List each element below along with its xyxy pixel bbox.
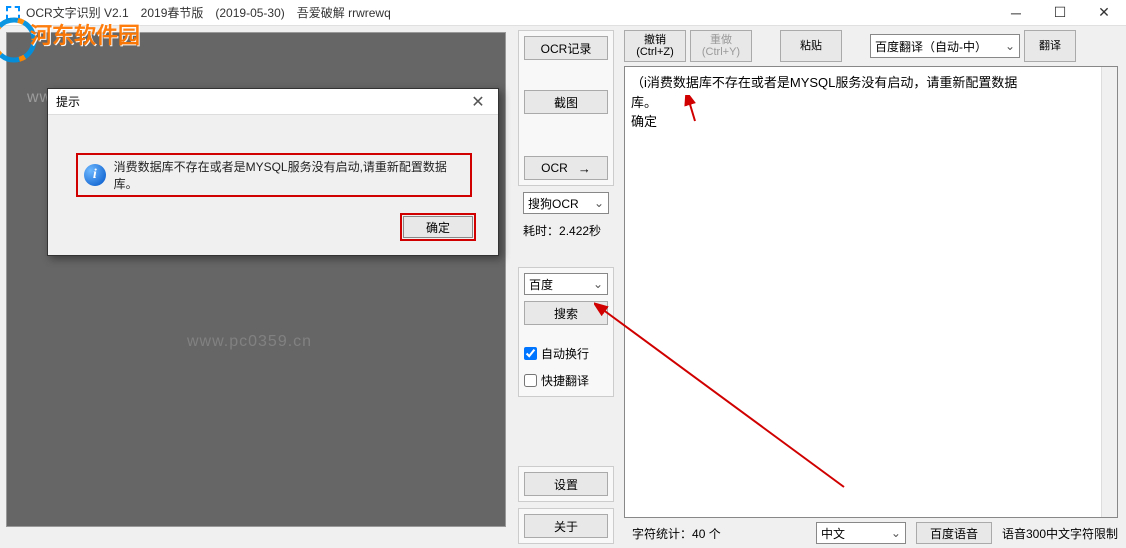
scrollbar[interactable]	[1101, 67, 1117, 517]
title-text: OCR文字识别 V2.1 2019春节版 (2019-05-30) 吾爱破解 r…	[26, 4, 994, 21]
ocr-engine-select[interactable]: 搜狗OCR	[523, 192, 609, 214]
char-count: 字符统计：40 个	[632, 525, 721, 542]
dialog-titlebar[interactable]: 提示 ✕	[48, 89, 498, 115]
voice-limit-label: 语音300中文字符限制	[1002, 525, 1118, 542]
close-button[interactable]: ✕	[1082, 0, 1126, 25]
undo-button[interactable]: 撤销(Ctrl+Z)	[624, 30, 686, 62]
translate-button[interactable]: 翻译	[1024, 30, 1076, 62]
auto-wrap-checkbox[interactable]: 自动换行	[524, 343, 608, 364]
image-preview[interactable]: www.pc0359.cn www.pc0359.cn 提示 ✕ i 消费数据库…	[6, 32, 506, 527]
dialog-message-row: i 消费数据库不存在或者是MYSQL服务没有启动,请重新配置数据库。	[76, 153, 472, 197]
watermark-url-2: www.pc0359.cn	[187, 333, 312, 351]
about-button[interactable]: 关于	[524, 514, 608, 538]
dialog-close-button[interactable]: ✕	[458, 92, 498, 112]
voice-button[interactable]: 百度语音	[916, 522, 992, 544]
output-panel: 撤销(Ctrl+Z) 重做(Ctrl+Y) 粘贴 百度翻译（自动-中） 翻译 （…	[620, 26, 1126, 548]
status-bar: 字符统计：40 个 中文 百度语音 语音300中文字符限制	[624, 518, 1118, 544]
watermark-logo: 河东软件园	[0, 16, 38, 67]
output-line: 确定	[631, 112, 1111, 132]
dialog-title-text: 提示	[56, 93, 80, 110]
output-line: （i消费数据库不存在或者是MYSQL服务没有启动，请重新配置数据	[631, 73, 1111, 93]
screenshot-button[interactable]: 截图	[524, 90, 608, 114]
watermark-brand: 河东软件园	[30, 18, 140, 50]
titlebar: OCR文字识别 V2.1 2019春节版 (2019-05-30) 吾爱破解 r…	[0, 0, 1126, 26]
info-icon: i	[84, 164, 106, 186]
settings-button[interactable]: 设置	[524, 472, 608, 496]
maximize-button[interactable]: ☐	[1038, 0, 1082, 25]
control-panel: OCR记录 截图 OCR → 搜狗OCR 耗时：2.422秒 百度 搜索	[512, 26, 620, 548]
arrow-right-icon: →	[578, 161, 591, 176]
timing-label: 耗时：2.422秒	[523, 220, 609, 241]
image-panel: 河东软件园 www.pc0359.cn www.pc0359.cn 提示 ✕ i…	[0, 26, 512, 548]
ocr-log-button[interactable]: OCR记录	[524, 36, 608, 60]
search-button[interactable]: 搜索	[524, 301, 608, 325]
lang-select[interactable]: 中文	[816, 522, 906, 544]
paste-button[interactable]: 粘贴	[780, 30, 842, 62]
output-toolbar: 撤销(Ctrl+Z) 重做(Ctrl+Y) 粘贴 百度翻译（自动-中） 翻译	[624, 30, 1118, 62]
translator-select[interactable]: 百度翻译（自动-中）	[870, 34, 1020, 58]
dialog-message: 消费数据库不存在或者是MYSQL服务没有启动,请重新配置数据库。	[114, 158, 464, 192]
ocr-button[interactable]: OCR →	[524, 156, 608, 180]
search-engine-select[interactable]: 百度	[524, 273, 608, 295]
quick-translate-checkbox[interactable]: 快捷翻译	[524, 370, 608, 391]
redo-button[interactable]: 重做(Ctrl+Y)	[690, 30, 752, 62]
minimize-button[interactable]: ─	[994, 0, 1038, 25]
dialog-ok-button[interactable]: 确定	[403, 216, 473, 238]
ocr-button-label: OCR	[541, 161, 568, 175]
message-dialog: 提示 ✕ i 消费数据库不存在或者是MYSQL服务没有启动,请重新配置数据库。 …	[47, 88, 499, 256]
output-line: 库。	[631, 93, 1111, 113]
output-textarea[interactable]: （i消费数据库不存在或者是MYSQL服务没有启动，请重新配置数据 库。 确定	[624, 66, 1118, 518]
